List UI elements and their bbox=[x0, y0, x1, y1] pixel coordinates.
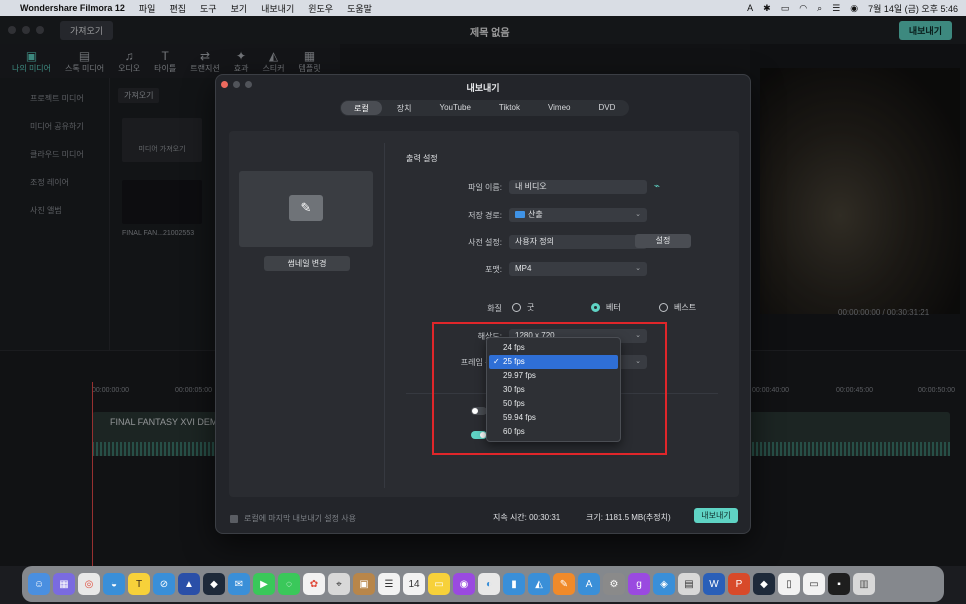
notes-icon[interactable]: ▭ bbox=[428, 573, 450, 595]
app-icon[interactable]: ▣ bbox=[353, 573, 375, 595]
change-thumbnail-button[interactable]: 썸네일 변경 bbox=[264, 256, 350, 271]
battery-icon[interactable]: ▭ bbox=[781, 3, 790, 14]
vertical-divider bbox=[384, 143, 385, 488]
word-icon[interactable]: W bbox=[703, 573, 725, 595]
maps-icon[interactable]: ⌖ bbox=[328, 573, 350, 595]
safari-icon[interactable]: ⊘ bbox=[153, 573, 175, 595]
app-icon[interactable]: g bbox=[628, 573, 650, 595]
quality-best-radio[interactable]: 베스트 bbox=[659, 302, 696, 313]
launchpad-icon[interactable]: ▦ bbox=[53, 573, 75, 595]
app-store-icon[interactable]: A bbox=[578, 573, 600, 595]
tab-tiktok[interactable]: Tiktok bbox=[486, 101, 533, 115]
spotlight-icon[interactable]: ⌕ bbox=[817, 3, 822, 14]
quality-label: 화질 bbox=[487, 304, 502, 313]
thumbnail-preview[interactable]: ✎ bbox=[239, 171, 373, 247]
quality-better-radio[interactable]: 베터 bbox=[591, 302, 621, 313]
trash-icon[interactable]: ▥ bbox=[853, 573, 875, 595]
tab-youtube[interactable]: YouTube bbox=[426, 101, 483, 115]
chrome-icon[interactable]: ◎ bbox=[78, 573, 100, 595]
preset-settings-button[interactable]: 설정 bbox=[635, 234, 691, 248]
tab-device[interactable]: 장치 bbox=[384, 101, 425, 115]
file-name-label: 파일 이름: bbox=[468, 183, 502, 192]
radio-off-icon bbox=[512, 303, 521, 312]
preview-icon[interactable]: ▭ bbox=[803, 573, 825, 595]
numbers-icon[interactable]: ▮ bbox=[503, 573, 525, 595]
menu-edit[interactable]: 편집 bbox=[169, 2, 186, 15]
app-icon[interactable]: ▲ bbox=[178, 573, 200, 595]
menu-view[interactable]: 보기 bbox=[231, 2, 248, 15]
dialog-export-button[interactable]: 내보내기 bbox=[694, 508, 738, 523]
output-settings-title: 출력 설정 bbox=[406, 154, 438, 163]
remember-settings-checkbox[interactable]: 로컬에 마지막 내보내기 설정 사용 bbox=[230, 513, 356, 524]
tab-dvd[interactable]: DVD bbox=[585, 101, 628, 115]
menu-window[interactable]: 윈도우 bbox=[308, 2, 333, 15]
podcasts-icon[interactable]: ◉ bbox=[453, 573, 475, 595]
app-icon[interactable]: ◐ bbox=[478, 573, 500, 595]
export-dialog: 내보내기 로컬 장치 YouTube Tiktok Vimeo DVD ✎ 썸네… bbox=[215, 74, 751, 534]
chevron-down-icon: ⌄ bbox=[635, 211, 641, 218]
keynote-icon[interactable]: ◭ bbox=[528, 573, 550, 595]
input-source-icon[interactable]: A bbox=[747, 3, 753, 13]
app-icon[interactable]: ▪ bbox=[828, 573, 850, 595]
powerpoint-icon[interactable]: P bbox=[728, 573, 750, 595]
wifi-icon[interactable]: ◠ bbox=[799, 3, 807, 14]
facetime-icon[interactable]: ▶ bbox=[253, 573, 275, 595]
bluetooth-icon[interactable]: ✱ bbox=[763, 3, 771, 14]
app-icon[interactable]: ◈ bbox=[653, 573, 675, 595]
edit-pencil-icon[interactable]: ✎ bbox=[289, 195, 323, 221]
finder-icon[interactable]: ☺ bbox=[28, 573, 50, 595]
siri-icon[interactable]: ◉ bbox=[850, 3, 858, 14]
preset-select[interactable]: 사용자 정의⌄ bbox=[509, 235, 647, 249]
radio-on-icon bbox=[591, 303, 600, 312]
preset-label: 사전 설정: bbox=[468, 238, 502, 247]
radio-off-icon bbox=[659, 303, 668, 312]
chevron-down-icon: ⌄ bbox=[635, 265, 641, 272]
document-icon[interactable]: ▯ bbox=[778, 573, 800, 595]
menu-export[interactable]: 내보내기 bbox=[261, 2, 294, 15]
dialog-title: 내보내기 bbox=[466, 83, 500, 93]
kakaotalk-icon[interactable]: T bbox=[128, 573, 150, 595]
control-center-icon[interactable]: ☰ bbox=[832, 3, 840, 14]
format-label: 포맷: bbox=[485, 265, 502, 274]
filmora-icon[interactable]: ◆ bbox=[753, 573, 775, 595]
menubar-clock[interactable]: 7월 14일 (금) 오후 5:46 bbox=[868, 2, 958, 15]
save-path-label: 저장 경로: bbox=[468, 211, 502, 220]
export-duration: 지속 시간: 00:30:31 bbox=[493, 513, 561, 522]
format-select[interactable]: MP4 ⌄ bbox=[509, 262, 647, 276]
menu-file[interactable]: 파일 bbox=[139, 2, 156, 15]
export-size: 크기: 1181.5 MB(추정치) bbox=[586, 513, 671, 522]
highlight-box bbox=[432, 322, 667, 455]
menu-help[interactable]: 도움말 bbox=[347, 2, 372, 15]
macos-menubar: Wondershare Filmora 12 파일 편집 도구 보기 내보내기 … bbox=[0, 0, 966, 16]
tab-local[interactable]: 로컬 bbox=[341, 101, 382, 115]
save-path-select[interactable]: 산출 ⌄ bbox=[509, 208, 647, 222]
folder-icon bbox=[515, 211, 525, 219]
mail-icon[interactable]: ✉ bbox=[228, 573, 250, 595]
file-name-input[interactable]: 내 비디오 bbox=[509, 180, 647, 194]
calendar-icon[interactable]: 14 bbox=[403, 573, 425, 595]
app-icon[interactable]: ◒ bbox=[103, 573, 125, 595]
photos-icon[interactable]: ✿ bbox=[303, 573, 325, 595]
macos-dock: ☺ ▦ ◎ ◒ T ⊘ ▲ ◆ ✉ ▶ ◌ ✿ ⌖ ▣ ☰ 14 ▭ ◉ ◐ ▮… bbox=[22, 566, 944, 602]
menu-tools[interactable]: 도구 bbox=[200, 2, 217, 15]
export-tabs: 로컬 장치 YouTube Tiktok Vimeo DVD bbox=[340, 100, 630, 116]
settings-icon[interactable]: ⚙ bbox=[603, 573, 625, 595]
reminders-icon[interactable]: ☰ bbox=[378, 573, 400, 595]
ai-rename-icon[interactable]: ⌁ bbox=[654, 181, 660, 192]
quality-good-radio[interactable]: 굿 bbox=[512, 302, 534, 313]
menu-app-name[interactable]: Wondershare Filmora 12 bbox=[20, 3, 125, 13]
messages-icon[interactable]: ◌ bbox=[278, 573, 300, 595]
app-icon[interactable]: ▤ bbox=[678, 573, 700, 595]
checkbox-icon bbox=[230, 514, 238, 523]
tab-vimeo[interactable]: Vimeo bbox=[535, 101, 584, 115]
filmora-icon[interactable]: ◆ bbox=[203, 573, 225, 595]
pages-icon[interactable]: ✎ bbox=[553, 573, 575, 595]
